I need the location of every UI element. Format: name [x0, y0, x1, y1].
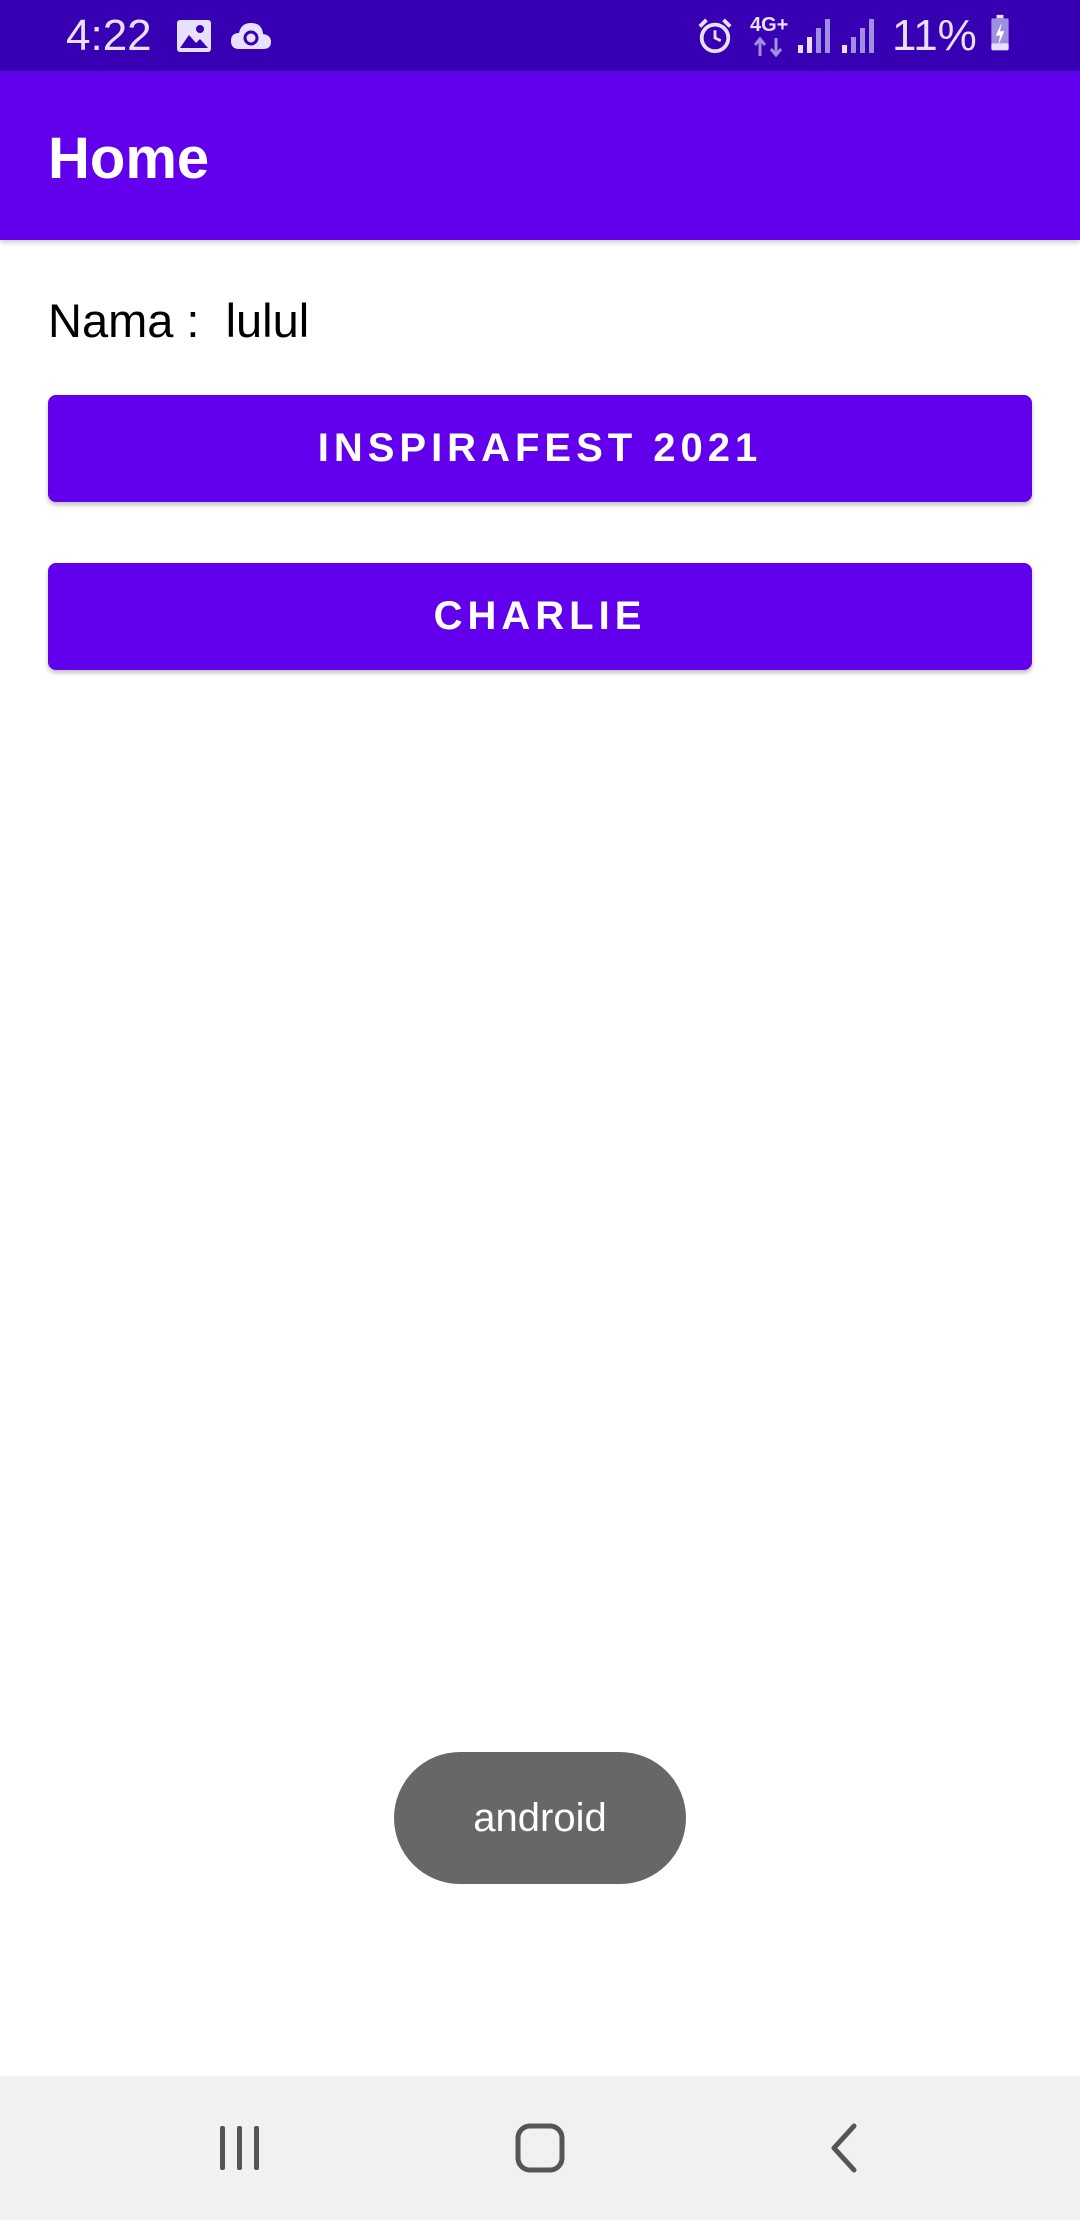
cloud-sync-icon	[231, 23, 271, 49]
back-icon	[831, 2123, 857, 2173]
app-bar: Home	[0, 71, 1080, 240]
page-title: Home	[48, 126, 210, 191]
battery-percent: 11%	[892, 11, 977, 60]
recents-button[interactable]	[190, 2102, 290, 2194]
inspirafest-button[interactable]: INSPIRAFEST 2021	[48, 395, 1032, 502]
signal-icon	[798, 19, 830, 53]
battery-charging-icon	[991, 14, 1009, 51]
status-time: 4:22	[66, 11, 152, 60]
navigation-bar	[0, 2076, 1080, 2220]
status-bar: 4:22 4G+ 11%	[0, 0, 1080, 71]
signal-icon	[842, 19, 874, 53]
image-icon	[177, 20, 211, 52]
back-button[interactable]	[794, 2102, 894, 2194]
data-arrows-icon	[753, 36, 783, 58]
home-icon	[515, 2123, 565, 2173]
alarm-icon	[698, 18, 732, 54]
recents-icon	[220, 2126, 259, 2170]
screen: 4:22 4G+ 11% Home Nama: lulul INSPIRAFE…	[0, 0, 1080, 2220]
charlie-button[interactable]: CHARLIE	[48, 563, 1032, 670]
toast-message: android	[394, 1752, 686, 1884]
network-4g-icon: 4G+	[750, 14, 789, 36]
home-button[interactable]	[490, 2102, 590, 2194]
name-label: Nama : lulul	[48, 294, 310, 347]
